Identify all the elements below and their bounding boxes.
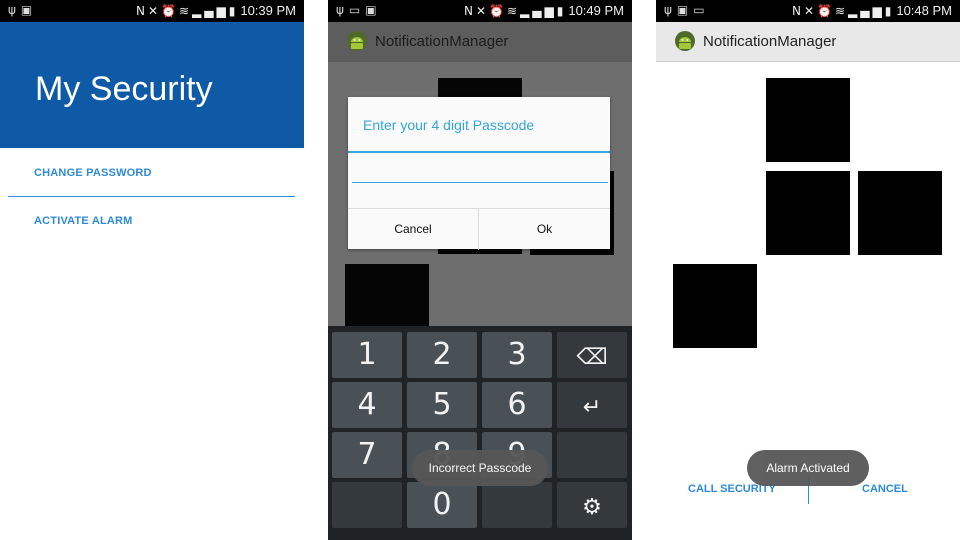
action-bar: NotificationManager [328, 22, 632, 62]
nfc-icon: N [463, 4, 476, 18]
key-5[interactable]: 5 [407, 382, 477, 428]
key-1[interactable]: 1 [332, 332, 402, 378]
cancel-button[interactable]: CANCEL [862, 483, 908, 495]
image-icon: ▣ [365, 3, 382, 17]
dialog-title: Enter your 4 digit Passcode [363, 117, 535, 133]
settings-key[interactable]: ⚙ [557, 482, 627, 528]
status-right-icons: N✕⏰≋▂▄▆▮ 10:48 PM [792, 3, 952, 18]
status-left-icons: ψ▣▭ [664, 3, 710, 17]
app-title: NotificationManager [703, 33, 837, 50]
usb-icon: ψ [664, 3, 677, 17]
key-2[interactable]: 2 [407, 332, 477, 378]
signal-icon: ▂▄▆ [520, 4, 557, 18]
image-icon: ▣ [20, 3, 38, 17]
numeric-keyboard: 1 2 3 ⌫ 4 5 6 ↵ 7 8 9 0 ⚙ [328, 326, 632, 540]
battery-icon: ▮ [884, 4, 895, 18]
screen-passcode-dialog: ψ▭▣ N✕⏰≋▂▄▆▮ 10:49 PM NotificationManager… [328, 0, 632, 540]
passcode-dialog: Enter your 4 digit Passcode Cancel Ok [348, 97, 610, 250]
status-time: 10:39 PM [240, 3, 296, 18]
usb-icon: ψ [336, 3, 349, 17]
status-left-icons: ψ▣ [8, 3, 37, 17]
grid-square [673, 264, 757, 348]
signal-icon: ▂▄▆ [192, 4, 229, 18]
key-6[interactable]: 6 [482, 382, 552, 428]
voicemail-icon: ▭ [693, 3, 710, 17]
backspace-icon: ⌫ [576, 345, 608, 370]
blank-key[interactable] [557, 432, 627, 478]
app-title: NotificationManager [375, 33, 509, 50]
dialog-button-row: Cancel Ok [348, 208, 610, 250]
status-bar: ψ▣▭ N✕⏰≋▂▄▆▮ 10:48 PM [656, 0, 960, 22]
screen-my-security: ψ▣ N✕⏰≋▂▄▆▮ 10:39 PM My Security CHANGE P… [0, 0, 304, 540]
alarm-icon: ⏰ [161, 4, 179, 18]
nfc-icon: N [791, 4, 804, 18]
key-3[interactable]: 3 [482, 332, 552, 378]
blank-key[interactable] [482, 482, 552, 528]
status-bar: ψ▣ N✕⏰≋▂▄▆▮ 10:39 PM [0, 0, 304, 22]
grid-square [345, 264, 429, 326]
key-4[interactable]: 4 [332, 382, 402, 428]
status-time: 10:49 PM [568, 3, 624, 18]
android-app-icon [675, 31, 695, 51]
mute-icon: ✕ [147, 4, 162, 18]
blank-key[interactable] [332, 482, 402, 528]
wifi-icon: ≋ [506, 4, 521, 18]
signal-icon: ▂▄▆ [848, 4, 885, 18]
status-left-icons: ψ▭▣ [336, 3, 382, 17]
enter-key[interactable]: ↵ [557, 382, 627, 428]
change-password-button[interactable]: CHANGE PASSWORD [34, 167, 152, 179]
nfc-icon: N [135, 4, 148, 18]
status-right-icons: N✕⏰≋▂▄▆▮ 10:39 PM [136, 3, 296, 18]
enter-icon: ↵ [582, 395, 602, 420]
alarm-icon: ⏰ [489, 4, 507, 18]
image-icon: ▣ [676, 3, 694, 17]
alarm-icon: ⏰ [817, 4, 835, 18]
android-app-icon [347, 31, 367, 51]
passcode-input[interactable] [352, 155, 608, 183]
toast-message: Incorrect Passcode [412, 450, 548, 486]
toast-message: Alarm Activated [747, 450, 869, 486]
usb-icon: ψ [8, 3, 21, 17]
battery-icon: ▮ [228, 4, 239, 18]
key-7[interactable]: 7 [332, 432, 402, 478]
status-bar: ψ▭▣ N✕⏰≋▂▄▆▮ 10:49 PM [328, 0, 632, 22]
wifi-icon: ≋ [834, 4, 849, 18]
grid-square [858, 171, 942, 255]
grid-square [766, 171, 850, 255]
cancel-button[interactable]: Cancel [348, 209, 479, 250]
mute-icon: ✕ [803, 4, 818, 18]
status-time: 10:48 PM [896, 3, 952, 18]
action-bar: NotificationManager [656, 22, 960, 62]
battery-icon: ▮ [556, 4, 567, 18]
settings-icon: ⚙ [582, 495, 602, 520]
status-right-icons: N✕⏰≋▂▄▆▮ 10:49 PM [464, 3, 624, 18]
dialog-title-divider [348, 151, 610, 153]
screen-alarm-activated: ψ▣▭ N✕⏰≋▂▄▆▮ 10:48 PM NotificationManager… [656, 0, 960, 540]
voicemail-icon: ▭ [348, 3, 366, 17]
grid-square [766, 78, 850, 162]
ok-button[interactable]: Ok [479, 209, 610, 250]
activate-alarm-button[interactable]: ACTIVATE ALARM [34, 215, 133, 227]
key-0[interactable]: 0 [407, 482, 477, 528]
mute-icon: ✕ [475, 4, 490, 18]
page-title: My Security [35, 70, 213, 108]
menu-divider [8, 196, 295, 197]
backspace-key[interactable]: ⌫ [557, 332, 627, 378]
wifi-icon: ≋ [178, 4, 193, 18]
